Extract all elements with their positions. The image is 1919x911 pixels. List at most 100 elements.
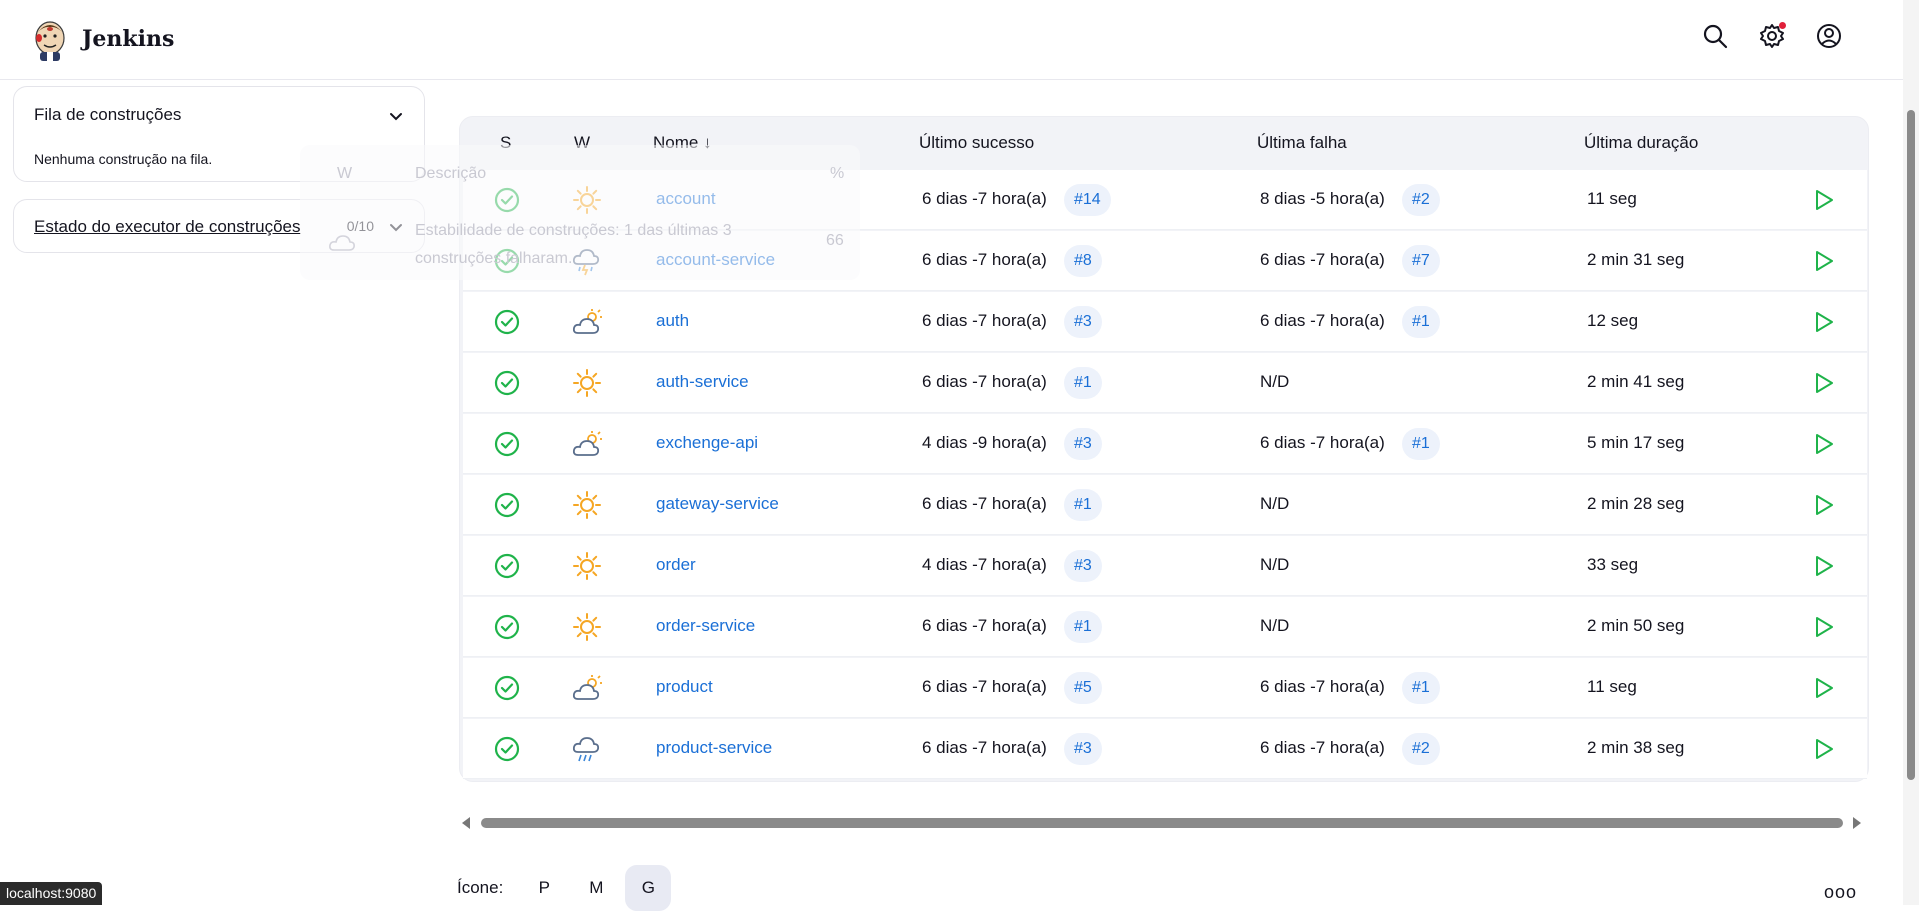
job-name-link[interactable]: product [656,677,713,697]
build-queue-panel: Fila de construções Nenhuma construção n… [13,86,425,182]
build-now-play-icon[interactable] [1812,676,1836,700]
table-row: auth 6 dias -7 hora(a) #3 6 dias -7 hora(a)… [463,292,1867,352]
job-name-link[interactable]: account-service [656,250,775,270]
last-failure-build-badge[interactable]: #2 [1402,733,1440,765]
last-failure-time: 6 dias -7 hora(a) [1260,677,1385,696]
last-failure-build-badge[interactable]: #1 [1402,672,1440,704]
search-icon[interactable] [1701,22,1729,50]
sunny-weather-icon[interactable] [571,184,603,216]
col-weather[interactable]: W [574,133,590,153]
projects-table: S W Nome ↓ Último sucesso Última falha Ú… [459,116,1869,782]
last-duration: 33 seg [1587,555,1639,574]
last-success-build-badge[interactable]: #1 [1064,367,1102,399]
icon-size-label: Ícone: [457,878,504,897]
last-failure-time: N/D [1260,555,1290,574]
more-options-button[interactable]: ooo [1824,882,1857,903]
last-success-build-badge[interactable]: #3 [1064,550,1102,582]
scroll-right-arrow-icon[interactable] [1853,817,1861,829]
success-status-icon[interactable] [493,186,521,214]
build-now-play-icon[interactable] [1812,188,1836,212]
job-name-link[interactable]: account [656,189,716,209]
last-success-build-badge[interactable]: #3 [1064,306,1102,338]
executor-status-panel: Estado do executor de construções 0/10 [13,199,425,253]
success-status-icon[interactable] [493,674,521,702]
build-queue-title[interactable]: Fila de construções [34,105,181,125]
success-status-icon[interactable] [493,735,521,763]
partly-cloudy-weather-icon[interactable] [571,428,603,460]
build-now-play-icon[interactable] [1812,249,1836,273]
last-success-build-badge[interactable]: #3 [1064,428,1102,460]
build-now-play-icon[interactable] [1812,615,1836,639]
icon-size-selector: Ícone: P M G [457,865,677,911]
last-failure-build-badge[interactable]: #7 [1402,245,1440,277]
last-success-build-badge[interactable]: #8 [1064,245,1102,277]
horizontal-scrollbar-thumb[interactable] [481,818,1843,828]
last-success-build-badge[interactable]: #5 [1064,672,1102,704]
last-success-build-badge[interactable]: #1 [1064,611,1102,643]
col-status[interactable]: S [500,133,511,153]
success-status-icon[interactable] [493,613,521,641]
job-name-link[interactable]: gateway-service [656,494,779,514]
build-now-play-icon[interactable] [1812,737,1836,761]
table-row: order-service 6 dias -7 hora(a) #1 N/D 2 min… [463,597,1867,657]
sunny-weather-icon[interactable] [571,611,603,643]
last-failure-time: 6 dias -7 hora(a) [1260,738,1385,757]
notification-dot [1779,22,1786,29]
chevron-down-icon[interactable] [388,109,404,125]
brand[interactable]: Jenkins [30,16,174,62]
success-status-icon[interactable] [493,491,521,519]
success-status-icon[interactable] [493,369,521,397]
jenkins-logo-icon [35,21,65,61]
job-name-link[interactable]: order-service [656,616,755,636]
last-success-build-badge[interactable]: #3 [1064,733,1102,765]
icon-size-medium[interactable]: M [573,865,619,911]
build-now-play-icon[interactable] [1812,493,1836,517]
last-failure-build-badge[interactable]: #1 [1402,306,1440,338]
success-status-icon[interactable] [493,308,521,336]
success-status-icon[interactable] [493,552,521,580]
job-name-link[interactable]: auth-service [656,372,749,392]
sunny-weather-icon[interactable] [571,489,603,521]
rain-weather-icon[interactable] [571,733,603,765]
last-failure-time: 6 dias -7 hora(a) [1260,433,1385,452]
job-name-link[interactable]: exchenge-api [656,433,758,453]
horizontal-scrollbar[interactable] [459,814,1864,832]
success-status-icon[interactable] [493,430,521,458]
sunny-weather-icon[interactable] [571,367,603,399]
success-status-icon[interactable] [493,247,521,275]
partly-cloudy-weather-icon[interactable] [571,672,603,704]
last-failure-time: N/D [1260,616,1290,635]
build-now-play-icon[interactable] [1812,310,1836,334]
settings-gear-icon[interactable] [1758,22,1786,50]
last-failure-build-badge[interactable]: #2 [1402,184,1440,216]
col-last-success[interactable]: Último sucesso [919,133,1034,153]
vertical-scrollbar[interactable] [1903,0,1919,905]
scroll-left-arrow-icon[interactable] [462,817,470,829]
job-name-link[interactable]: order [656,555,696,575]
icon-size-large[interactable]: G [625,865,672,911]
last-failure-build-badge[interactable]: #1 [1402,428,1440,460]
partly-cloudy-weather-icon[interactable] [571,306,603,338]
sunny-weather-icon[interactable] [571,550,603,582]
build-now-play-icon[interactable] [1812,371,1836,395]
chevron-down-icon[interactable] [388,220,404,236]
build-now-play-icon[interactable] [1812,554,1836,578]
job-name-link[interactable]: product-service [656,738,772,758]
build-now-play-icon[interactable] [1812,432,1836,456]
last-duration: 11 seg [1587,189,1637,208]
last-failure-time: 6 dias -7 hora(a) [1260,311,1385,330]
storm-weather-icon[interactable] [571,245,603,277]
last-success-build-badge[interactable]: #1 [1064,489,1102,521]
job-name-link[interactable]: auth [656,311,689,331]
col-last-failure[interactable]: Última falha [1257,133,1347,153]
table-row: account-service 6 dias -7 hora(a) #8 6 dias… [463,231,1867,291]
last-success-time: 6 dias -7 hora(a) [922,189,1047,208]
last-success-build-badge[interactable]: #14 [1064,184,1111,216]
executor-status-link[interactable]: Estado do executor de construções [34,217,301,237]
vertical-scrollbar-thumb[interactable] [1907,110,1915,780]
last-success-time: 6 dias -7 hora(a) [922,738,1047,757]
icon-size-small[interactable]: P [521,865,567,911]
col-last-duration[interactable]: Última duração [1584,133,1698,153]
col-name[interactable]: Nome ↓ [653,133,712,153]
user-account-icon[interactable] [1815,22,1843,50]
